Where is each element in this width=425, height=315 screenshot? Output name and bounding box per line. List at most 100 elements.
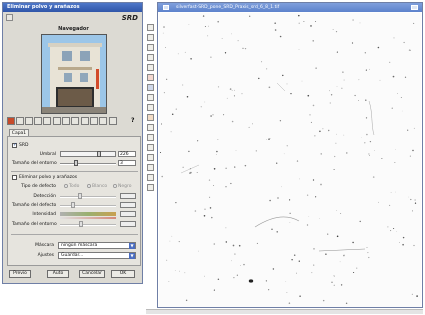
- deteccion-input[interactable]: [120, 193, 136, 199]
- dust-speck: [312, 104, 315, 107]
- dust-speck: [256, 242, 258, 244]
- dialog-title[interactable]: Eliminar polvo y arañazos: [3, 3, 142, 12]
- dust-speck: [322, 299, 325, 302]
- mask-icon[interactable]: [71, 117, 79, 125]
- dust-speck: [331, 281, 333, 283]
- levels-icon[interactable]: [25, 117, 33, 125]
- dust-speck: [225, 167, 227, 169]
- flip-icon[interactable]: [147, 104, 154, 111]
- crop-icon[interactable]: [147, 84, 154, 91]
- dust-speck: [345, 302, 348, 305]
- tamano-entorno-slider[interactable]: [60, 163, 116, 165]
- srd-checkbox[interactable]: [12, 142, 17, 148]
- curve-icon[interactable]: [147, 74, 154, 81]
- dust-speck: [343, 254, 345, 257]
- ajustes-select[interactable]: Guardar... ▼: [58, 252, 136, 259]
- dust-speck: [332, 29, 334, 30]
- radio-blanco[interactable]: [87, 184, 91, 188]
- dust-speck: [200, 106, 202, 108]
- tab-capa1[interactable]: Capa1: [9, 129, 29, 136]
- halftone-icon[interactable]: [147, 164, 154, 171]
- tamano-entorno2-thumb[interactable]: [79, 221, 83, 227]
- dust-speck: [216, 150, 218, 153]
- eyedropper-icon[interactable]: [147, 44, 154, 51]
- zoom-icon[interactable]: [147, 34, 154, 41]
- dust-speck: [221, 38, 223, 39]
- minus-icon[interactable]: [43, 117, 51, 125]
- dust-speck: [359, 220, 361, 223]
- dust-speck: [198, 250, 199, 252]
- srd-icon[interactable]: [90, 117, 98, 125]
- scanned-image-canvas[interactable]: [159, 13, 421, 307]
- dust-speck: [290, 92, 292, 95]
- settings-icon[interactable]: [6, 14, 13, 21]
- deteccion-thumb[interactable]: [78, 193, 82, 199]
- color-icon[interactable]: [7, 117, 15, 125]
- minus-icon[interactable]: [34, 117, 42, 125]
- eliminar-checkbox[interactable]: [12, 175, 17, 180]
- tamano-entorno2-slider[interactable]: [60, 224, 116, 226]
- dust-speck: [389, 204, 391, 206]
- levels-icon[interactable]: [147, 134, 154, 141]
- dust-speck: [369, 68, 370, 70]
- dust-speck: [410, 198, 412, 201]
- umbral-input[interactable]: 226: [118, 151, 136, 157]
- curve-icon[interactable]: [53, 117, 61, 125]
- dust-speck: [231, 33, 232, 35]
- window-close-icon[interactable]: [411, 5, 418, 10]
- dust-speck: [353, 271, 355, 274]
- deteccion-slider[interactable]: [60, 196, 116, 198]
- tamano-entorno-thumb[interactable]: [74, 160, 78, 166]
- grid-icon[interactable]: [147, 184, 154, 191]
- dust-speck: [231, 120, 234, 123]
- tamano-defecto-thumb[interactable]: [71, 202, 75, 208]
- tamano-entorno-input[interactable]: 3: [118, 160, 136, 166]
- tamano-defecto-slider[interactable]: [60, 205, 116, 207]
- settings-icon[interactable]: [109, 117, 117, 125]
- dust-speck: [162, 32, 164, 34]
- dust-speck: [368, 153, 370, 155]
- dust-speck: [309, 114, 311, 116]
- intensidad-slider[interactable]: [60, 212, 116, 216]
- histogram-icon[interactable]: [62, 117, 70, 125]
- grid-icon[interactable]: [81, 117, 89, 125]
- info-icon[interactable]: [147, 114, 154, 121]
- dust-speck: [249, 15, 251, 17]
- dust-speck: [240, 265, 241, 266]
- preview-button[interactable]: Previo: [9, 270, 31, 278]
- radio-negro[interactable]: [113, 184, 117, 188]
- eyedropper-plus-icon[interactable]: [147, 54, 154, 61]
- intensidad-input[interactable]: [120, 211, 136, 217]
- rotate-icon[interactable]: [147, 94, 154, 101]
- tamano-defecto-label: Tamaño del defecto: [12, 203, 57, 208]
- dust-speck: [204, 208, 206, 210]
- image-window-titlebar[interactable]: silverfast-SRD_pone_SRD_Praxis_srd_6_8_1…: [158, 3, 422, 12]
- dust-speck: [163, 92, 165, 94]
- srd-icon[interactable]: [147, 154, 154, 161]
- dust-speck: [334, 155, 336, 158]
- umbral-slider-thumb[interactable]: [97, 151, 101, 157]
- document-icon[interactable]: [16, 117, 24, 125]
- navigator-preview-image[interactable]: [41, 34, 107, 114]
- tamano-entorno2-input[interactable]: [120, 221, 136, 227]
- cancel-button[interactable]: Cancelar: [79, 270, 105, 278]
- color-icon[interactable]: [147, 124, 154, 131]
- dust-speck: [279, 35, 282, 38]
- radio-todo[interactable]: [64, 184, 68, 188]
- tamano-defecto-input[interactable]: [120, 202, 136, 208]
- ok-button[interactable]: OK: [111, 270, 135, 278]
- umbral-slider[interactable]: [60, 151, 116, 157]
- auto-button[interactable]: Auto: [47, 270, 69, 278]
- dust-speck: [210, 56, 212, 58]
- eyedropper-minus-icon[interactable]: [147, 64, 154, 71]
- gear-icon[interactable]: [147, 174, 154, 181]
- question-icon[interactable]: ?: [131, 117, 139, 125]
- mask-icon[interactable]: [147, 144, 154, 151]
- eliminar-label: Eliminar polvo y arañazos: [19, 175, 78, 180]
- film-icon[interactable]: [99, 117, 107, 125]
- dust-speck: [226, 97, 228, 99]
- hand-icon[interactable]: [147, 24, 154, 31]
- srd-dialog: Eliminar polvo y arañazos SRD Navegador: [2, 2, 143, 284]
- dust-speck: [333, 275, 335, 277]
- mascara-select[interactable]: ningún máscara ▼: [58, 242, 136, 249]
